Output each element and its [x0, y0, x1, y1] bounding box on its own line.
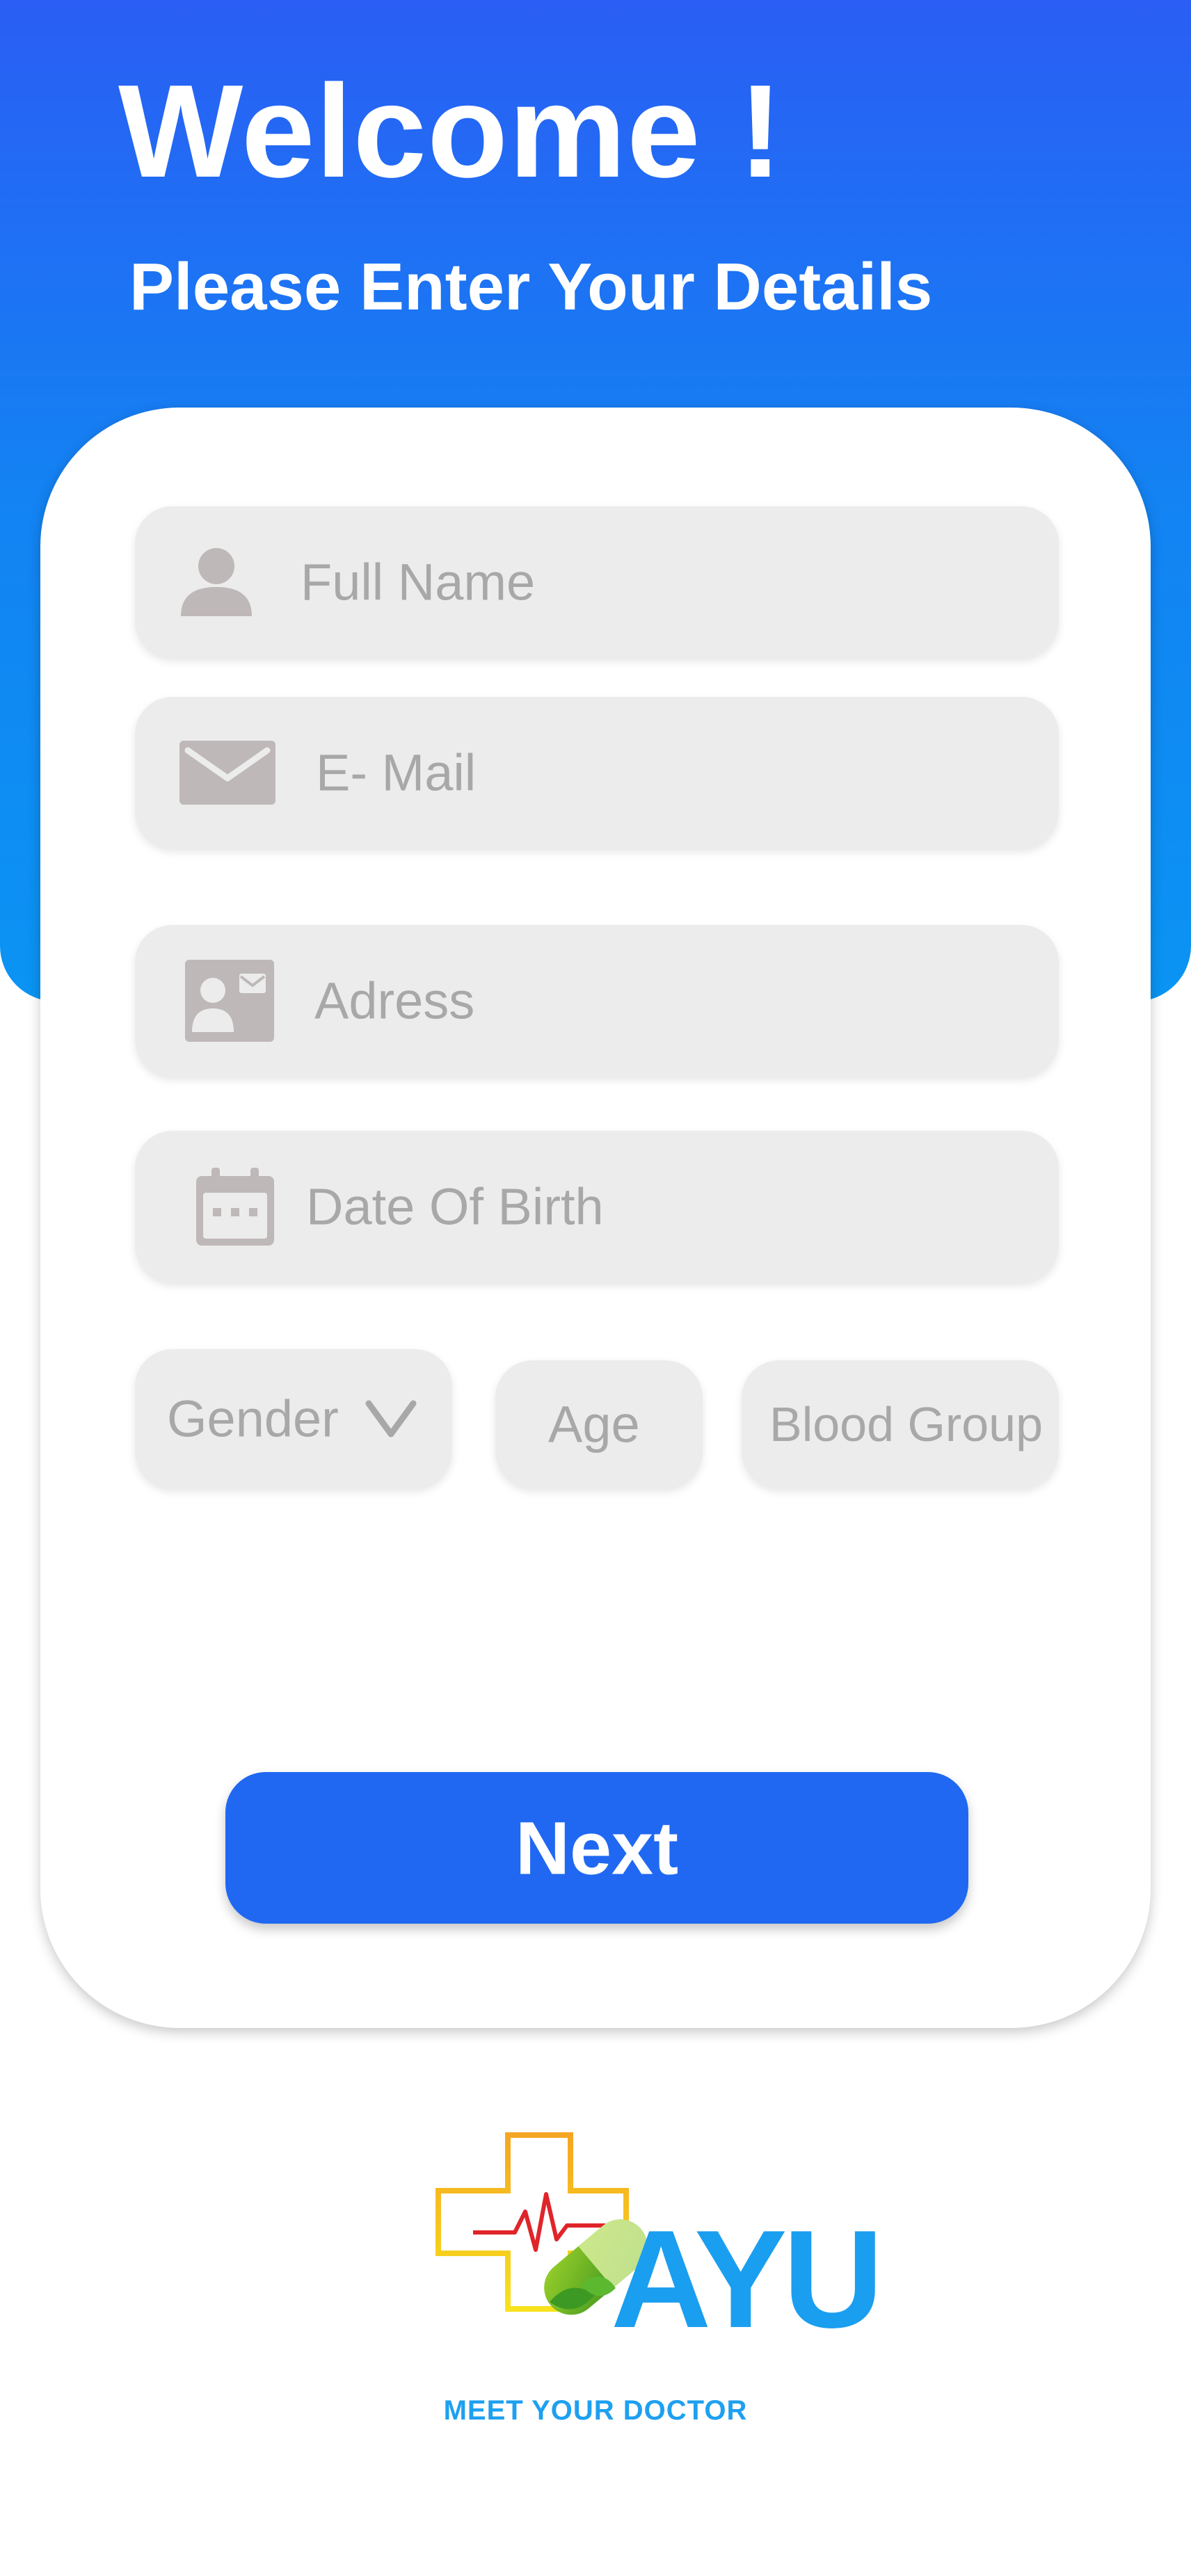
address-placeholder: Adress — [314, 972, 475, 1030]
person-icon — [178, 544, 255, 620]
contact-card-icon — [185, 960, 274, 1042]
next-button-label: Next — [515, 1805, 679, 1890]
date-of-birth-placeholder: Date Of Birth — [306, 1177, 604, 1236]
page-subtitle: Please Enter Your Details — [129, 250, 933, 324]
gender-placeholder: Gender — [167, 1390, 339, 1448]
blood-group-placeholder: Blood Group — [769, 1397, 1044, 1451]
page-title: Welcome ! — [118, 58, 783, 205]
age-placeholder: Age — [548, 1395, 640, 1454]
brand-tagline: MEET YOUR DOCTOR — [443, 2395, 748, 2426]
logo-letters: AYU — [611, 2202, 884, 2357]
blood-group-field[interactable]: Blood Group — [742, 1360, 1059, 1488]
age-field[interactable]: Age — [495, 1360, 703, 1488]
email-placeholder: E- Mail — [316, 743, 477, 802]
email-field[interactable]: E- Mail — [135, 697, 1059, 848]
chevron-down-icon — [365, 1399, 417, 1438]
full-name-placeholder: Full Name — [301, 553, 536, 611]
calendar-icon — [196, 1168, 274, 1246]
full-name-field[interactable]: Full Name — [135, 506, 1059, 658]
envelope-icon — [179, 741, 275, 805]
date-of-birth-field[interactable]: Date Of Birth — [135, 1131, 1059, 1282]
gender-select[interactable]: Gender — [135, 1349, 452, 1488]
address-field[interactable]: Adress — [135, 925, 1059, 1077]
next-button[interactable]: Next — [225, 1772, 968, 1924]
brand-logo: AYU — [431, 2128, 884, 2365]
